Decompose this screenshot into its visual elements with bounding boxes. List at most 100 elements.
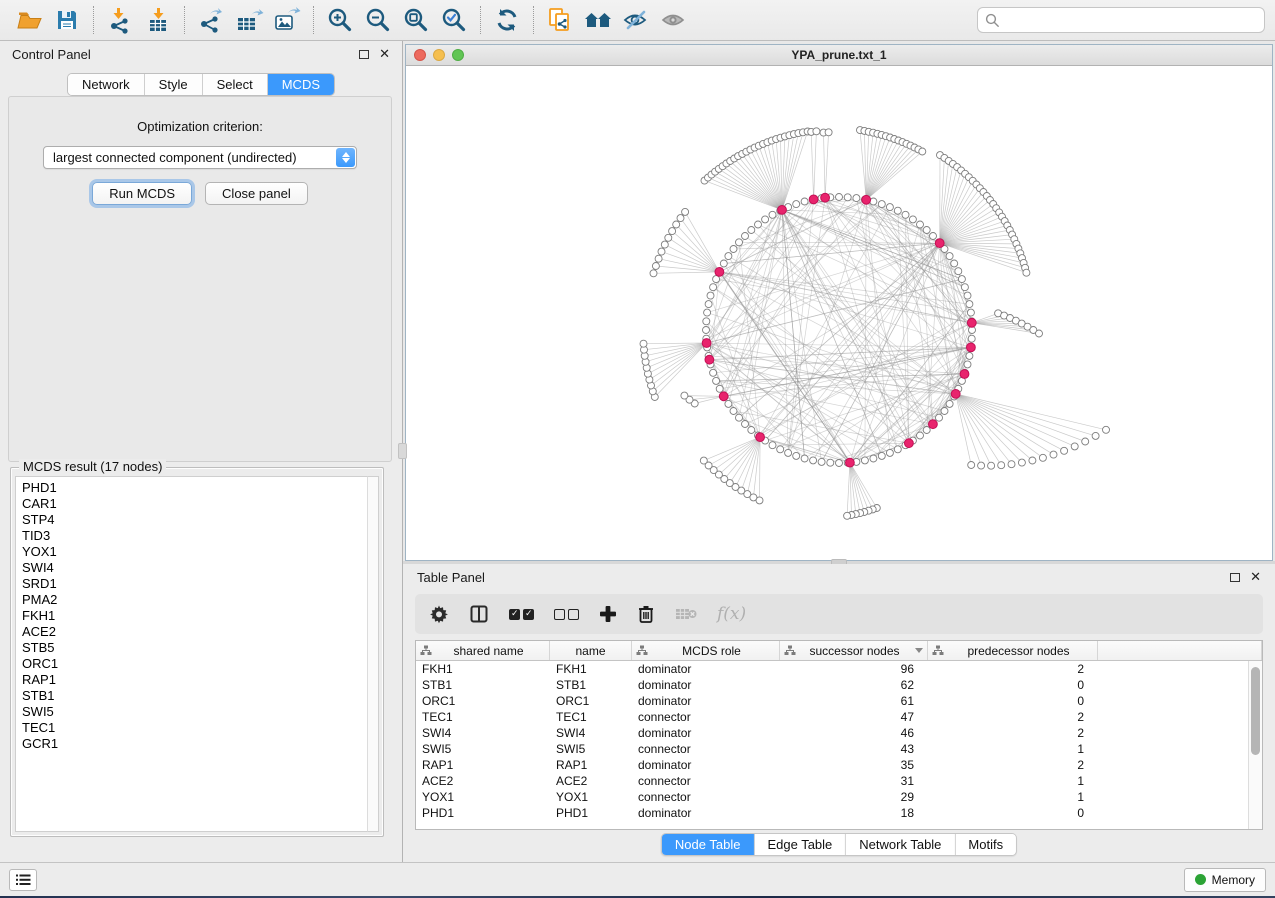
table-cell[interactable]: RAP1	[550, 757, 632, 773]
first-neighbors-button[interactable]	[579, 3, 617, 37]
table-cell[interactable]: SWI5	[416, 741, 550, 757]
mcds-result-scrollbar[interactable]	[367, 476, 379, 832]
table-cell[interactable]: STB1	[550, 677, 632, 693]
mcds-result-item[interactable]: ORC1	[22, 656, 367, 672]
table-cell[interactable]: connector	[632, 741, 780, 757]
add-column-button[interactable]	[599, 600, 617, 628]
table-row[interactable]: STB1STB1dominator620	[416, 677, 1248, 693]
export-network-button[interactable]	[192, 3, 230, 37]
mcds-result-item[interactable]: SRD1	[22, 576, 367, 592]
mcds-result-item[interactable]: FKH1	[22, 608, 367, 624]
mcds-result-item[interactable]: PMA2	[22, 592, 367, 608]
tab-style[interactable]: Style	[145, 74, 203, 95]
zoom-out-button[interactable]	[359, 3, 397, 37]
close-panel-icon[interactable]: ✕	[379, 49, 390, 59]
table-cell[interactable]: dominator	[632, 661, 780, 677]
table-cell[interactable]: 18	[780, 805, 928, 821]
table-cell[interactable]: connector	[632, 709, 780, 725]
mcds-result-item[interactable]: STP4	[22, 512, 367, 528]
search-field[interactable]	[977, 7, 1265, 33]
mcds-result-item[interactable]: STB5	[22, 640, 367, 656]
table-cell[interactable]: ACE2	[416, 773, 550, 789]
table-cell[interactable]: FKH1	[416, 661, 550, 677]
table-cell[interactable]: SWI4	[550, 725, 632, 741]
table-scrollbar-thumb[interactable]	[1251, 667, 1260, 755]
table-cell[interactable]: 61	[780, 693, 928, 709]
delete-columns-button[interactable]	[637, 600, 655, 628]
column-header-shared-name[interactable]: shared name	[416, 641, 550, 660]
table-cell[interactable]: PHD1	[416, 805, 550, 821]
tab-mcds[interactable]: MCDS	[268, 74, 334, 95]
mcds-result-item[interactable]: YOX1	[22, 544, 367, 560]
table-cell[interactable]: RAP1	[416, 757, 550, 773]
delete-table-button[interactable]	[675, 600, 697, 628]
mcds-result-item[interactable]: TEC1	[22, 720, 367, 736]
float-panel-icon[interactable]	[359, 50, 369, 59]
table-cell[interactable]: 35	[780, 757, 928, 773]
toggle-columns-button[interactable]	[469, 600, 489, 628]
import-network-button[interactable]	[101, 3, 139, 37]
table-cell[interactable]: 31	[780, 773, 928, 789]
table-row[interactable]: SWI4SWI4dominator462	[416, 725, 1248, 741]
close-table-panel-icon[interactable]: ✕	[1250, 572, 1261, 582]
table-cell[interactable]: ACE2	[550, 773, 632, 789]
show-panels-button[interactable]	[9, 869, 37, 891]
mcds-result-item[interactable]: SWI5	[22, 704, 367, 720]
zoom-selected-button[interactable]	[435, 3, 473, 37]
table-row[interactable]: SWI5SWI5connector431	[416, 741, 1248, 757]
table-row[interactable]: ACE2ACE2connector311	[416, 773, 1248, 789]
table-cell[interactable]: TEC1	[550, 709, 632, 725]
mcds-result-item[interactable]: CAR1	[22, 496, 367, 512]
table-cell[interactable]: 47	[780, 709, 928, 725]
column-header-successor-nodes[interactable]: successor nodes	[780, 641, 928, 660]
table-scrollbar[interactable]	[1248, 661, 1262, 829]
mcds-result-item[interactable]: ACE2	[22, 624, 367, 640]
table-cell[interactable]: 0	[928, 693, 1098, 709]
tab-network[interactable]: Network	[68, 74, 145, 95]
table-cell[interactable]: 62	[780, 677, 928, 693]
table-cell[interactable]: 0	[928, 677, 1098, 693]
function-builder-button[interactable]: f(x)	[717, 600, 746, 628]
tab-node-table[interactable]: Node Table	[662, 834, 755, 855]
table-row[interactable]: ORC1ORC1dominator610	[416, 693, 1248, 709]
table-cell[interactable]: dominator	[632, 805, 780, 821]
table-cell[interactable]: TEC1	[416, 709, 550, 725]
table-cell[interactable]: PHD1	[550, 805, 632, 821]
tab-network-table[interactable]: Network Table	[846, 834, 955, 855]
refresh-button[interactable]	[488, 3, 526, 37]
table-cell[interactable]: ORC1	[550, 693, 632, 709]
table-cell[interactable]: connector	[632, 789, 780, 805]
table-cell[interactable]: 96	[780, 661, 928, 677]
table-cell[interactable]: dominator	[632, 725, 780, 741]
table-row[interactable]: PHD1PHD1dominator180	[416, 805, 1248, 821]
table-cell[interactable]: dominator	[632, 693, 780, 709]
close-panel-button[interactable]: Close panel	[205, 182, 308, 205]
table-cell[interactable]: 0	[928, 805, 1098, 821]
search-input[interactable]	[1000, 13, 1257, 27]
table-cell[interactable]: 2	[928, 661, 1098, 677]
table-cell[interactable]: SWI5	[550, 741, 632, 757]
table-cell[interactable]: dominator	[632, 677, 780, 693]
table-cell[interactable]: 1	[928, 773, 1098, 789]
table-row[interactable]: YOX1YOX1connector291	[416, 789, 1248, 805]
deselect-all-columns-button[interactable]	[554, 600, 579, 628]
mcds-result-list[interactable]: PHD1CAR1STP4TID3YOX1SWI4SRD1PMA2FKH1ACE2…	[15, 476, 367, 832]
mcds-result-item[interactable]: PHD1	[22, 480, 367, 496]
table-cell[interactable]: YOX1	[416, 789, 550, 805]
column-header-predecessor-nodes[interactable]: predecessor nodes	[928, 641, 1098, 660]
zoom-in-button[interactable]	[321, 3, 359, 37]
hide-selected-button[interactable]	[617, 3, 655, 37]
run-mcds-button[interactable]: Run MCDS	[92, 182, 192, 205]
import-table-button[interactable]	[139, 3, 177, 37]
table-row[interactable]: RAP1RAP1dominator352	[416, 757, 1248, 773]
column-header-name[interactable]: name	[550, 641, 632, 660]
optimization-criterion-select[interactable]: largest connected component (undirected)	[43, 146, 357, 169]
vertical-splitter-handle[interactable]	[398, 443, 407, 459]
table-settings-button[interactable]	[429, 600, 449, 628]
table-cell[interactable]: 1	[928, 741, 1098, 757]
table-cell[interactable]: YOX1	[550, 789, 632, 805]
table-cell[interactable]: 2	[928, 725, 1098, 741]
mcds-result-item[interactable]: STB1	[22, 688, 367, 704]
show-all-button[interactable]	[655, 3, 693, 37]
save-session-button[interactable]	[48, 3, 86, 37]
